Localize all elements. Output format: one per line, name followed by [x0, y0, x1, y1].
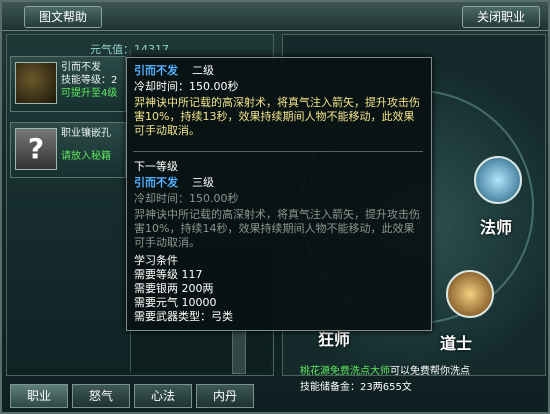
next-level-header: 下一等级 — [134, 160, 178, 173]
next-desc: 羿神诀中所记载的高深射术，将真气注入箭矢，提升攻击伤害10%，持续14秒，效果持… — [134, 208, 420, 249]
skill-level: 技能等级：2 — [61, 75, 118, 86]
skill-card-inlay-slot[interactable]: ? 职业镶嵌孔 请放入秘籍 — [10, 122, 126, 178]
skill-reserve: 技能储备金：23两655文 — [300, 382, 412, 393]
tooltip-desc: 羿神诀中所记载的高深射术，将真气注入箭矢，提升攻击伤害10%，持续13秒，效果持… — [134, 96, 420, 137]
next-skill-name: 引而不发 — [134, 176, 178, 189]
respec-text: 可以免费帮你洗点 — [390, 366, 470, 377]
req-vital: 需要元气 10000 — [134, 296, 217, 309]
tab-mind[interactable]: 心法 — [134, 384, 192, 408]
tab-core[interactable]: 内丹 — [196, 384, 254, 408]
skill-name: 引而不发 — [61, 62, 101, 73]
scrollbar[interactable] — [232, 330, 246, 374]
tooltip-skill-level: 二级 — [192, 64, 214, 77]
inlay-note: 请放入秘籍 — [61, 151, 111, 162]
bow-icon — [15, 62, 57, 104]
req-level: 需要等级 117 — [134, 268, 203, 281]
help-button[interactable]: 图文帮助 — [24, 6, 102, 28]
next-title: 引而不发 三级 — [134, 176, 214, 190]
close-class-button[interactable]: 关闭职业 — [462, 6, 540, 28]
inlay-name: 职业镶嵌孔 — [61, 128, 111, 139]
tooltip-title: 引而不发 二级 — [134, 64, 214, 78]
next-cooldown: 冷却时间：150.00秒 — [134, 192, 239, 205]
tooltip-divider — [133, 151, 423, 152]
bottom-tabs: 职业 怒气 心法 内丹 — [6, 384, 272, 408]
mage-orb-icon[interactable] — [474, 156, 522, 204]
class-mage-label: 法师 — [480, 218, 513, 237]
skill-upgrade-note: 可提升至4级 — [61, 88, 118, 99]
skill-card-text: 引而不发 技能等级：2 可提升至4级 — [61, 61, 117, 100]
skill-tooltip: 引而不发 二级 冷却时间：150.00秒 羿神诀中所记载的高深射术，将真气注入箭矢… — [126, 57, 432, 331]
req-weapon: 需要武器类型：弓类 — [134, 310, 233, 323]
next-skill-level: 三级 — [192, 176, 214, 189]
skill-card-yinerbufa[interactable]: 引而不发 技能等级：2 可提升至4级 — [10, 56, 126, 112]
tab-class[interactable]: 职业 — [10, 384, 68, 408]
taoist-orb-icon[interactable] — [446, 270, 494, 318]
req-silver: 需要银两 200两 — [134, 282, 214, 295]
req-header: 学习条件 — [134, 254, 178, 267]
respec-npc[interactable]: 桃花源免费洗点大师 — [300, 366, 390, 377]
class-taoist-label: 道士 — [440, 334, 473, 353]
tooltip-cooldown: 冷却时间：150.00秒 — [134, 80, 239, 93]
inlay-text: 职业镶嵌孔 请放入秘籍 — [61, 127, 111, 163]
tooltip-skill-name: 引而不发 — [134, 64, 178, 77]
question-icon: ? — [15, 128, 57, 170]
tab-rage[interactable]: 怒气 — [72, 384, 130, 408]
respec-info: 桃花源免费洗点大师可以免费帮你洗点 — [300, 362, 470, 377]
